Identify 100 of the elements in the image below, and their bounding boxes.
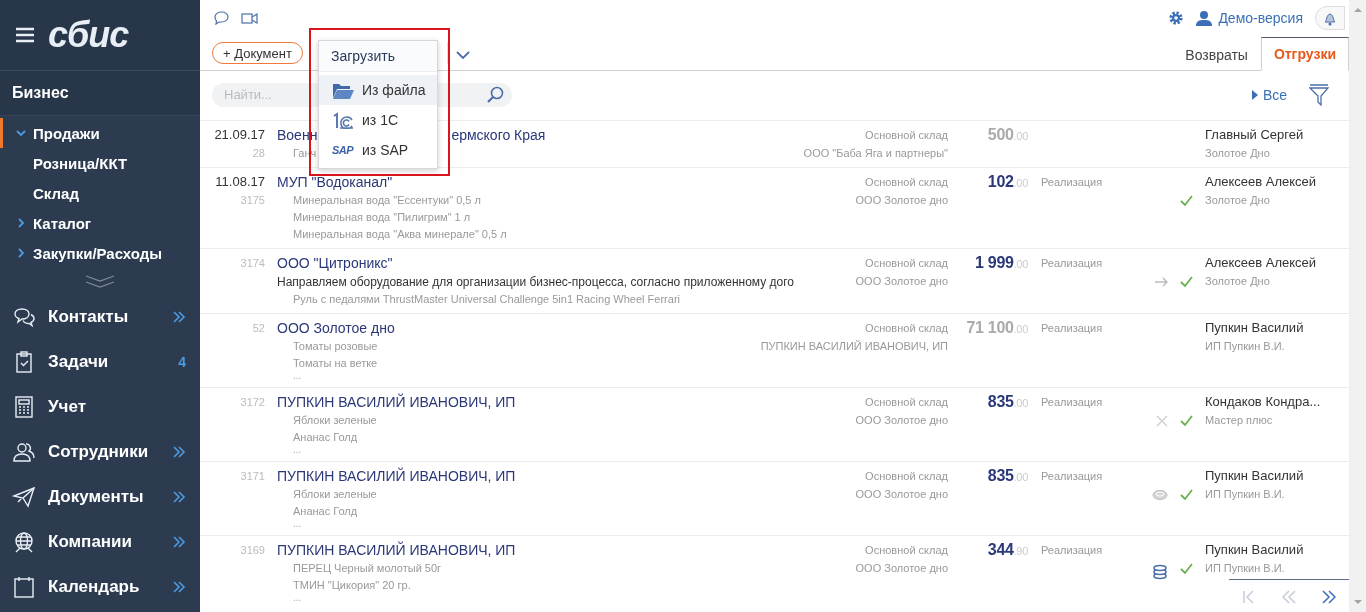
item-line: Яблоки зеленые — [293, 487, 377, 502]
document-title[interactable]: МУП "Водоканал" — [277, 172, 393, 192]
person-organization: Золотое Дно — [1205, 274, 1270, 289]
logo-icon — [332, 111, 354, 129]
more-items: ... — [293, 594, 302, 604]
warehouse: Основной склад — [865, 469, 948, 484]
triangle-right-icon — [1251, 89, 1258, 100]
document-title[interactable]: ермского Края — [451, 125, 546, 145]
chevron-right-icon — [15, 217, 27, 229]
item-line: Минеральная вода "Пилигрим" 1 л — [293, 210, 471, 225]
sidebar-item[interactable]: Каталог — [0, 208, 200, 238]
coin-icon — [1152, 489, 1168, 501]
item-line: Яблоки зеленые — [293, 413, 377, 428]
organization: ООО Золотое дно — [855, 487, 948, 502]
tab[interactable]: Возвраты — [1172, 37, 1261, 71]
app-icon — [12, 484, 36, 509]
amount: 835.00 — [987, 466, 1028, 486]
chevron-right-icon — [15, 247, 27, 259]
warehouse: Основной склад — [865, 543, 948, 558]
sidebar-item[interactable]: Задачи 4 — [0, 339, 200, 384]
coins-icon — [1152, 563, 1168, 580]
document-number: 52 — [252, 321, 265, 336]
person-organization: ИП Пупкин В.И. — [1205, 339, 1285, 354]
user-icon[interactable] — [1196, 10, 1213, 26]
document-description: Направляем оборудование для организации бизнес-процесса, согласно приложенному дого — [277, 274, 794, 291]
document-title[interactable]: ООО Золотое дно — [277, 318, 395, 338]
person-name: Пупкин Василий — [1205, 541, 1304, 559]
sidebar-item[interactable]: Закупки/Расходы — [0, 238, 200, 268]
sidebar-item[interactable]: Компании — [0, 519, 200, 564]
document-number: 3175 — [240, 193, 265, 208]
item-line: Томаты на ветке — [293, 356, 378, 371]
person-name: Алексеев Алексей — [1205, 173, 1317, 191]
person-organization: Мастер плюс — [1205, 413, 1273, 428]
search-icon[interactable] — [487, 85, 504, 103]
cross-icon — [1156, 415, 1168, 427]
account-link[interactable]: Демо-версия — [1218, 10, 1303, 26]
organization: ПУПКИН ВАСИЛИЙ ИВАНОВИЧ, ИП — [760, 339, 948, 354]
notifications-button[interactable] — [1315, 6, 1345, 30]
sidebar-item[interactable]: Документы — [0, 474, 200, 519]
organization: ООО Золотое дно — [855, 413, 948, 428]
menu-item[interactable]: SAP из SAP — [319, 135, 437, 165]
person-name: Алексеев Алексей — [1205, 254, 1317, 272]
sidebar-item[interactable]: Учет — [0, 384, 200, 429]
folder-icon — [332, 81, 354, 99]
double-chevron-icon[interactable] — [172, 488, 186, 505]
item-line: ТМИН "Цикория" 20 гр. — [293, 578, 411, 593]
sidebar-item[interactable]: Календарь — [0, 564, 200, 609]
warehouse: Основной склад — [865, 395, 948, 410]
next-page-icon[interactable] — [1322, 590, 1336, 604]
document-title[interactable]: ПУПКИН ВАСИЛИЙ ИВАНОВИЧ, ИП — [277, 466, 516, 486]
document-number: 3169 — [240, 543, 265, 558]
document-type: Реализация — [1041, 322, 1103, 334]
person-name: Пупкин Василий — [1205, 467, 1304, 485]
tab[interactable]: Отгрузки — [1260, 37, 1349, 71]
section-title: Бизнес — [0, 71, 200, 116]
more-items: ... — [293, 446, 302, 456]
document-number: 3172 — [240, 395, 265, 410]
filter-icon[interactable] — [1309, 83, 1329, 106]
expand-icon[interactable] — [85, 274, 115, 288]
video-icon[interactable] — [241, 11, 258, 25]
double-chevron-icon[interactable] — [172, 308, 186, 325]
dropdown-button[interactable] — [455, 51, 470, 60]
menu-item[interactable]: Из файла — [319, 75, 437, 105]
item-line: Минеральная вода "Аква минерале" 0,5 л — [293, 227, 507, 242]
sidebar-item[interactable]: Розница/ККТ — [0, 148, 200, 178]
scrollbar[interactable] — [1349, 0, 1366, 612]
settings-icon[interactable] — [1168, 10, 1185, 26]
sidebar-item[interactable]: Контакты — [0, 294, 200, 339]
document-type: Реализация — [1041, 396, 1103, 408]
sidebar-item[interactable]: Склад — [0, 178, 200, 208]
organization: ООО Золотое дно — [855, 274, 948, 289]
document-number: 3174 — [240, 256, 265, 271]
warehouse: Основной склад — [865, 128, 948, 143]
check-icon — [1180, 563, 1193, 575]
organization: ООО Золотое дно — [855, 193, 948, 208]
double-chevron-icon[interactable] — [172, 533, 186, 550]
item-line: Ананас Голд — [293, 504, 358, 519]
sap-logo: SAP — [332, 144, 354, 156]
menu-icon[interactable] — [16, 27, 34, 43]
item-line: ПЕРЕЦ Черный молотый 50г — [293, 561, 442, 576]
task-count: 4 — [178, 353, 186, 370]
document-title[interactable]: ООО "Цитроникс" — [277, 253, 393, 273]
person-name: Пупкин Василий — [1205, 319, 1304, 337]
app-icon — [12, 529, 36, 554]
person-name: Главный Сергей — [1205, 126, 1304, 144]
warehouse: Основной склад — [865, 256, 948, 271]
document-title[interactable]: ПУПКИН ВАСИЛИЙ ИВАНОВИЧ, ИП — [277, 392, 516, 412]
double-chevron-icon[interactable] — [172, 443, 186, 460]
document-title[interactable]: ПУПКИН ВАСИЛИЙ ИВАНОВИЧ, ИП — [277, 540, 516, 560]
filter-link[interactable]: Все — [1251, 86, 1287, 103]
double-chevron-icon[interactable] — [172, 578, 186, 595]
document-date: 11.08.17 — [215, 173, 265, 191]
menu-item[interactable]: из 1С — [319, 105, 437, 135]
add-document-button[interactable]: + Документ — [212, 42, 303, 64]
sidebar-item[interactable]: Сотрудники — [0, 429, 200, 474]
check-icon — [1180, 489, 1193, 501]
amount: 835.00 — [987, 392, 1028, 412]
item-line: Минеральная вода "Ессентуки" 0,5 л — [293, 193, 481, 208]
chat-icon[interactable] — [213, 11, 229, 25]
amount: 1 999.00 — [975, 253, 1028, 273]
